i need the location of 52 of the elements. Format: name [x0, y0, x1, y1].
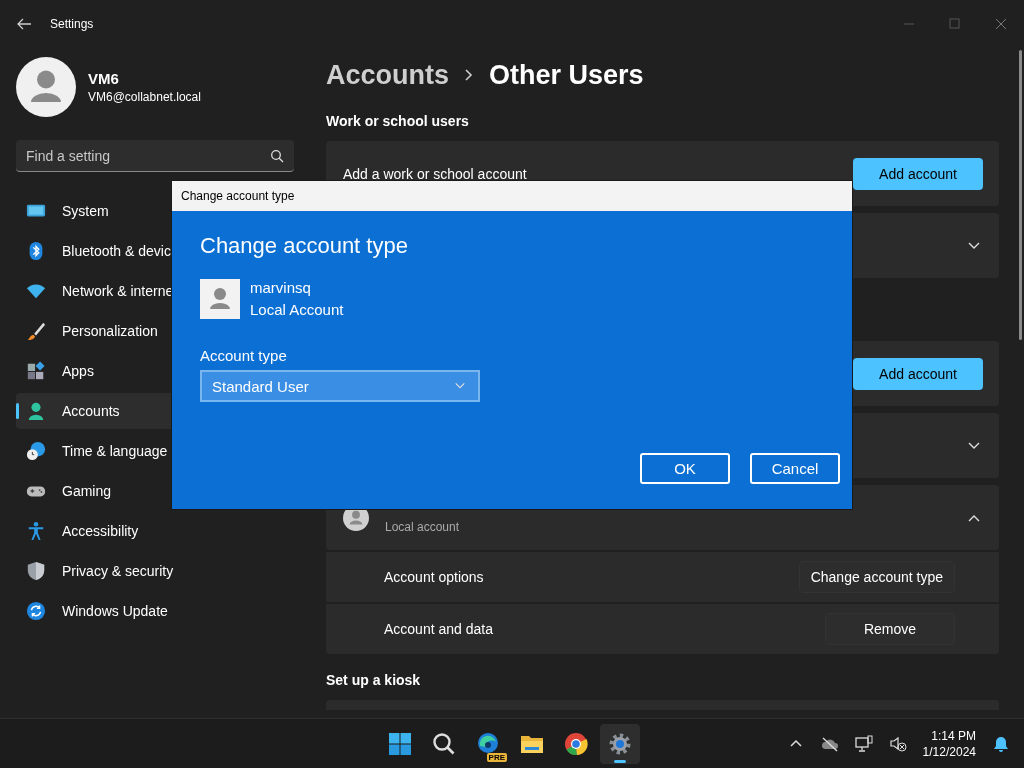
clock[interactable]: 1:14 PM 1/12/2024 [922, 727, 976, 760]
section-heading: Set up a kiosk [326, 671, 422, 690]
apps-icon [26, 361, 46, 381]
nav-item[interactable]: Privacy & security [16, 553, 294, 589]
speaker-muted-icon[interactable] [888, 734, 907, 753]
person-icon [26, 401, 46, 421]
taskbar-app[interactable]: PRE [468, 723, 508, 764]
gear-icon[interactable] [608, 731, 632, 756]
breadcrumb-parent[interactable]: Accounts [326, 59, 450, 91]
search-field[interactable]: Find a setting [16, 140, 294, 172]
user-avatar [200, 279, 240, 319]
option-button[interactable]: Remove [825, 613, 955, 645]
option-button[interactable]: Change account type [798, 561, 955, 593]
page-title: Other Users [489, 59, 644, 91]
window-title: Settings [50, 17, 94, 31]
option-label: Account options [384, 569, 484, 585]
nav-item[interactable]: Windows Update [16, 593, 294, 629]
search-icon [270, 149, 284, 163]
user-name: marvinsq [250, 278, 312, 298]
start-icon[interactable] [388, 731, 412, 756]
ok-button[interactable]: OK [640, 453, 730, 484]
cancel-button[interactable]: Cancel [750, 453, 840, 484]
globe-clock-icon [26, 441, 46, 461]
section-heading: Work or school users [326, 112, 470, 131]
bell-icon[interactable] [992, 734, 1010, 753]
user-type: Local account [385, 519, 460, 534]
shield-icon [26, 561, 46, 581]
chrome-icon[interactable] [564, 731, 588, 756]
add-account-button[interactable]: Add account [853, 157, 983, 190]
brush-icon [26, 321, 46, 341]
avatar [16, 57, 76, 117]
option-label: Account and data [384, 621, 493, 637]
add-account-button[interactable]: Add account [853, 357, 983, 390]
nav-item[interactable]: Gaming [16, 473, 294, 509]
dialog-caption: Change account type [181, 189, 295, 203]
nav-item[interactable]: Time & language [16, 433, 294, 469]
profile-email: VM6@collabnet.local [88, 90, 201, 104]
update-icon [26, 601, 46, 621]
preview-badge: PRE [486, 752, 507, 762]
nav-item[interactable]: Accessibility [16, 513, 294, 549]
profile-name: VM6 [88, 70, 120, 87]
field-label: Account type [200, 347, 288, 364]
browser-icon[interactable] [476, 731, 500, 756]
card-label: Add a work or school account [343, 165, 527, 182]
taskbar-app[interactable] [600, 723, 640, 764]
dialog-title: Change account type [200, 233, 409, 259]
search-icon[interactable] [432, 731, 456, 756]
network-icon[interactable] [854, 734, 873, 753]
back-icon[interactable] [16, 16, 32, 32]
accessibility-icon [26, 521, 46, 541]
user-type: Local Account [250, 300, 344, 320]
wifi-icon [26, 281, 46, 301]
